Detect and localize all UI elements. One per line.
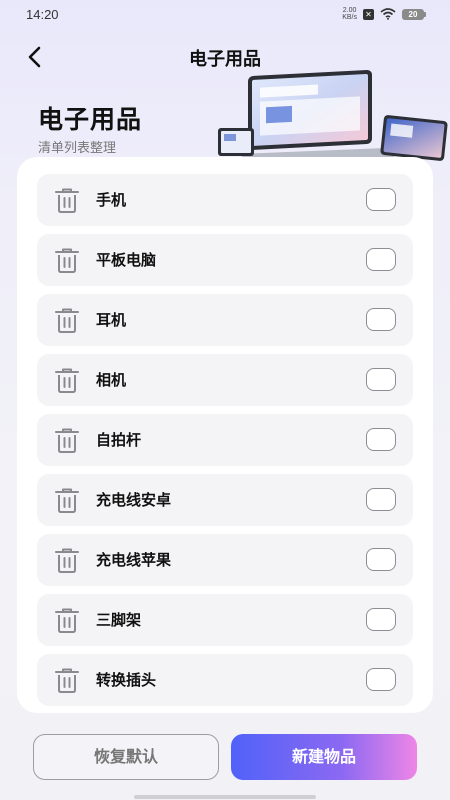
item-label: 转换插头: [96, 671, 157, 689]
list-item: 相机: [37, 354, 413, 406]
item-checkbox[interactable]: [366, 668, 396, 691]
list-item: 三脚架: [37, 594, 413, 646]
item-checkbox[interactable]: [366, 368, 396, 391]
list-item: 充电线安卓: [37, 474, 413, 526]
item-list-card: 手机 平板电脑 耳机 相机 自拍杆 充电线安卓 充电线苹果 三脚架 转换插头: [17, 157, 433, 713]
trash-icon[interactable]: [53, 606, 81, 634]
item-label: 平板电脑: [96, 251, 157, 269]
item-label: 耳机: [96, 311, 127, 329]
hero-subtitle: 清单列表整理: [38, 141, 117, 156]
network-speed-value: 2.00: [342, 7, 357, 14]
list-item: 充电线苹果: [37, 534, 413, 586]
network-speed-unit: KB/s: [342, 14, 357, 21]
item-label: 相机: [96, 371, 127, 389]
reset-default-button[interactable]: 恢复默认: [33, 734, 219, 780]
network-speed: 2.00 KB/s: [342, 7, 357, 21]
item-checkbox[interactable]: [366, 428, 396, 451]
trash-icon[interactable]: [53, 246, 81, 274]
trash-icon[interactable]: [53, 186, 81, 214]
sim-icon: ✕: [363, 8, 374, 20]
item-checkbox[interactable]: [366, 548, 396, 571]
status-bar: 14:20 2.00 KB/s ✕ 20: [0, 0, 450, 28]
list-item: 耳机: [37, 294, 413, 346]
home-indicator[interactable]: [134, 795, 316, 799]
item-checkbox[interactable]: [366, 608, 396, 631]
trash-icon[interactable]: [53, 306, 81, 334]
devices-illustration: [218, 69, 448, 162]
battery-icon: 20: [402, 8, 426, 20]
list-item: 转换插头: [37, 654, 413, 706]
hero-title: 电子用品: [38, 105, 143, 134]
trash-icon[interactable]: [53, 486, 81, 514]
trash-icon[interactable]: [53, 366, 81, 394]
status-time: 14:20: [26, 6, 59, 22]
item-checkbox[interactable]: [366, 188, 396, 211]
status-icons: 2.00 KB/s ✕ 20: [342, 7, 426, 21]
list-item: 手机: [37, 174, 413, 226]
wifi-icon: [380, 8, 396, 20]
trash-icon[interactable]: [53, 666, 81, 694]
item-label: 充电线安卓: [96, 491, 172, 509]
item-label: 充电线苹果: [96, 551, 172, 569]
item-label: 自拍杆: [96, 431, 142, 449]
item-checkbox[interactable]: [366, 308, 396, 331]
trash-icon[interactable]: [53, 546, 81, 574]
item-checkbox[interactable]: [366, 488, 396, 511]
list-item: 平板电脑: [37, 234, 413, 286]
item-label: 三脚架: [96, 611, 142, 629]
battery-level: 20: [402, 8, 424, 20]
item-label: 手机: [96, 191, 127, 209]
item-checkbox[interactable]: [366, 248, 396, 271]
new-item-button[interactable]: 新建物品: [231, 734, 417, 780]
list-item: 自拍杆: [37, 414, 413, 466]
trash-icon[interactable]: [53, 426, 81, 454]
